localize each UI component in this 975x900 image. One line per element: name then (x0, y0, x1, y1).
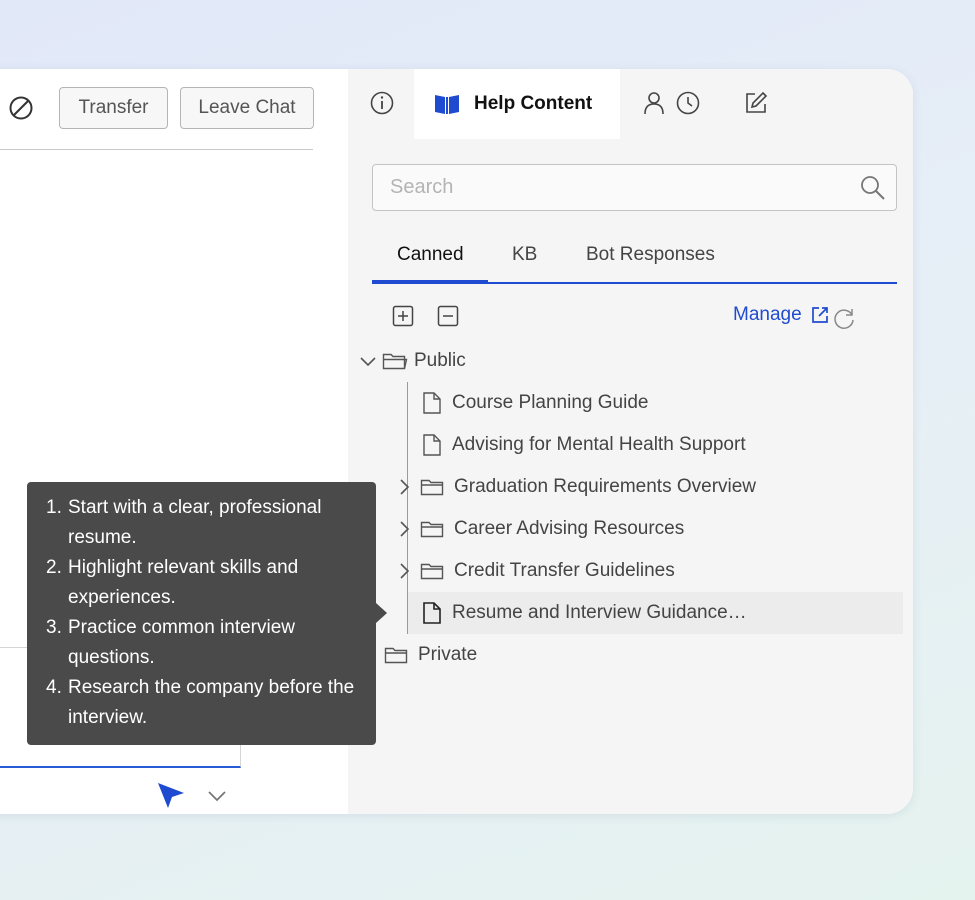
tree-folder-private[interactable]: Private (359, 635, 477, 675)
list-number: 3. (46, 617, 62, 638)
search-box (372, 164, 897, 211)
tooltip-list-item: 1. Start with a clear, professional resu… (46, 493, 364, 553)
folder-icon (420, 563, 444, 580)
search-input[interactable] (373, 165, 843, 210)
tree-item-label: Graduation Requirements Overview (454, 476, 757, 497)
chevron-right-icon[interactable] (395, 477, 413, 497)
folder-open-icon (382, 353, 408, 370)
help-tabbar: Help Content (348, 69, 913, 139)
refresh-icon[interactable] (832, 306, 856, 330)
transfer-button[interactable]: Transfer (59, 87, 168, 129)
subtab-canned[interactable]: Canned (397, 244, 464, 266)
active-subtab-indicator (372, 280, 488, 284)
leave-chat-button[interactable]: Leave Chat (180, 87, 314, 129)
document-icon (423, 602, 441, 624)
tooltip-arrow (376, 603, 387, 623)
list-number: 2. (46, 557, 62, 578)
send-icon[interactable] (156, 780, 186, 810)
tree-guide-line (407, 382, 408, 634)
manage-link[interactable]: Manage (733, 304, 830, 326)
tab-help-content[interactable]: Help Content (414, 69, 620, 139)
chevron-down-icon[interactable] (358, 351, 378, 371)
list-text: Research the company before the intervie… (68, 677, 355, 728)
tooltip-list-item: 3. Practice common interview questions. (46, 613, 364, 673)
tooltip-list-item: 4. Research the company before the inter… (46, 673, 364, 733)
tree-item-label: Advising for Mental Health Support (452, 434, 746, 455)
folder-icon (420, 521, 444, 538)
tree-item[interactable]: Advising for Mental Health Support (422, 425, 746, 465)
manage-label: Manage (733, 304, 802, 325)
document-icon (423, 392, 441, 414)
list-text: Practice common interview questions. (68, 617, 296, 668)
tree-folder[interactable]: Credit Transfer Guidelines (395, 551, 675, 591)
folder-icon (420, 479, 444, 496)
help-pane: Help Content Canned KB (348, 69, 913, 814)
clock-icon[interactable] (674, 89, 702, 117)
chevron-down-icon[interactable] (206, 785, 228, 807)
info-icon[interactable] (368, 89, 396, 117)
tree-item-label: Course Planning Guide (452, 392, 649, 413)
book-icon (435, 95, 459, 114)
list-number: 1. (46, 497, 62, 518)
expand-all-icon[interactable] (391, 304, 415, 328)
folder-icon (384, 647, 408, 664)
list-text: Start with a clear, professional resume. (68, 497, 322, 548)
search-icon[interactable] (860, 175, 886, 201)
tree-folder-label: Private (418, 644, 478, 665)
tree-item[interactable]: Course Planning Guide (422, 383, 648, 423)
collapse-all-icon[interactable] (436, 304, 460, 328)
tree-folder[interactable]: Career Advising Resources (395, 509, 684, 549)
tree-item-label: Resume and Interview Guidance… (452, 602, 747, 623)
list-number: 4. (46, 677, 62, 698)
chat-header: Transfer Leave Chat (0, 69, 314, 150)
block-icon[interactable] (8, 95, 34, 121)
tree-item-label: Credit Transfer Guidelines (454, 560, 675, 581)
subtab-bot-responses[interactable]: Bot Responses (586, 244, 715, 266)
tab-help-content-label: Help Content (474, 93, 593, 114)
external-link-icon (811, 307, 828, 323)
content-subtabs: Canned KB Bot Responses (372, 229, 897, 284)
edit-icon[interactable] (742, 89, 770, 117)
tree-item-label: Career Advising Resources (454, 518, 685, 539)
tree-folder-public[interactable]: Public (358, 341, 466, 381)
tree-item-selected[interactable]: Resume and Interview Guidance… (422, 593, 747, 633)
chevron-right-icon[interactable] (395, 519, 413, 539)
chevron-right-icon[interactable] (395, 561, 413, 581)
preview-tooltip: 1. Start with a clear, professional resu… (27, 482, 376, 745)
tooltip-list-item: 2. Highlight relevant skills and experie… (46, 553, 364, 613)
tree-folder-label: Public (414, 350, 466, 371)
document-icon (423, 434, 441, 456)
subtab-kb[interactable]: KB (512, 244, 537, 266)
list-text: Highlight relevant skills and experience… (68, 557, 299, 608)
tree-folder[interactable]: Graduation Requirements Overview (395, 467, 756, 507)
tooltip-list: 1. Start with a clear, professional resu… (46, 493, 364, 733)
person-icon[interactable] (640, 89, 668, 117)
